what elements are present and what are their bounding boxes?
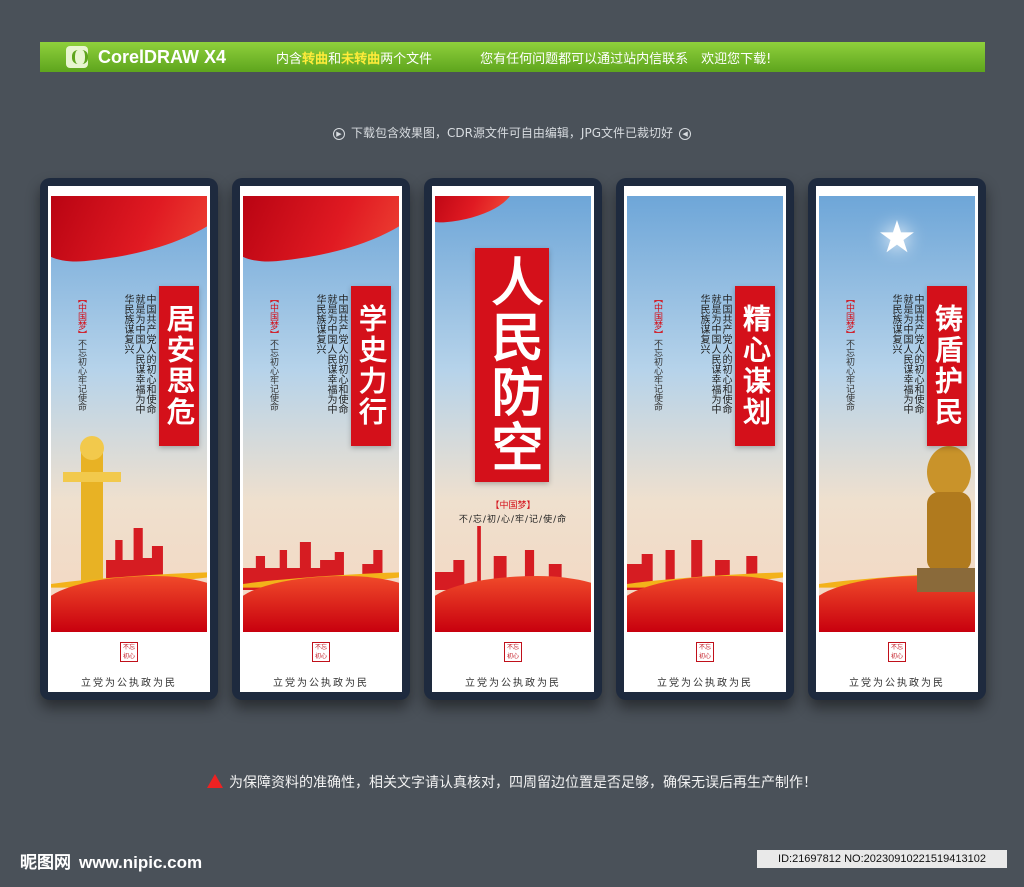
seal-stamp: 不忘初心 xyxy=(504,642,522,662)
site-url[interactable]: www.nipic.com xyxy=(79,853,202,872)
red-flag-graphic xyxy=(435,196,517,224)
seal-stamp: 不忘初心 xyxy=(888,642,906,662)
poster-bottom-slogan: 立党为公执政为民 xyxy=(273,678,369,689)
site-name: 昵图网 xyxy=(20,853,71,873)
poster-title: 精心谋划 xyxy=(735,286,775,446)
red-flag-graphic xyxy=(243,196,399,265)
star-emblem-icon: ★ xyxy=(877,212,917,263)
software-brand: CorelDRAW X4 xyxy=(98,46,227,67)
seal-stamp: 不忘初心 xyxy=(696,642,714,662)
red-ribbon-graphic xyxy=(435,576,591,632)
poster-panel-3: 人民防空 【中国梦】 不/忘/初/心/牢/记/使/命 不忘初心 立党为公执政为民 xyxy=(424,178,602,700)
red-ribbon-graphic xyxy=(243,576,399,632)
contact-notice: 您有任何问题都可以通过站内信联系 欢迎您下载! xyxy=(480,51,772,67)
poster-poem: 中国共产党人的初心和使命就是为中国人民谋幸福为中华民族谋复兴 xyxy=(698,294,731,414)
poster-slogan: 【中国梦】不忘初心牢记使命 xyxy=(268,294,278,411)
print-warning: 为保障资料的准确性，相关文字请认真核对，四周留边位置是否足够，确保无误后再生产制… xyxy=(0,772,1024,792)
red-flag-graphic xyxy=(51,196,207,265)
poster-panel-5: ★ 铸盾护民 中国共产党人的初心和使命就是为中国人民谋幸福为中华民族谋复兴 【中… xyxy=(808,178,986,700)
seal-stamp: 不忘初心 xyxy=(120,642,138,662)
highlight-curve: 转曲 xyxy=(302,51,329,67)
poster-bottom-slogan: 立党为公执政为民 xyxy=(465,678,561,689)
red-ribbon-graphic xyxy=(627,576,783,632)
poster-title: 居安思危 xyxy=(159,286,199,446)
poster-poem: 中国共产党人的初心和使命就是为中国人民谋幸福为中华民族谋复兴 xyxy=(890,294,923,414)
poster-bottom-slogan: 立党为公执政为民 xyxy=(657,678,753,689)
poster-art: 学史力行 中国共产党人的初心和使命就是为中国人民谋幸福为中华民族谋复兴 【中国梦… xyxy=(243,196,399,632)
download-note: ▶ 下载包含效果图，CDR源文件可自由编辑，JPG文件已裁切好 ◀ xyxy=(0,124,1024,141)
site-watermark: 昵图网 www.nipic.com xyxy=(20,848,202,873)
stone-lion-graphic xyxy=(917,446,975,592)
image-id-label: ID:21697812 NO:20230910221519413102 xyxy=(757,850,1007,868)
poster-slogan: 【中国梦】不忘初心牢记使命 xyxy=(76,294,86,411)
poster-poem: 中国共产党人的初心和使命就是为中国人民谋幸福为中华民族谋复兴 xyxy=(122,294,155,414)
poster-slogan: 【中国梦】不忘初心牢记使命 xyxy=(652,294,662,411)
file-intro: 内含转曲和未转曲两个文件 xyxy=(276,51,433,67)
highlight-nocurve: 未转曲 xyxy=(341,51,381,67)
poster-title: 人民防空 xyxy=(475,248,549,482)
poster-art: 居安思危 中国共产党人的初心和使命就是为中国人民谋幸福为中华民族谋复兴 【中国梦… xyxy=(51,196,207,632)
poster-dream-label: 【中国梦】 xyxy=(490,501,536,511)
poster-bottom-slogan: 立党为公执政为民 xyxy=(849,678,945,689)
poster-art: ★ 铸盾护民 中国共产党人的初心和使命就是为中国人民谋幸福为中华民族谋复兴 【中… xyxy=(819,196,975,632)
poster-art: 精心谋划 中国共产党人的初心和使命就是为中国人民谋幸福为中华民族谋复兴 【中国梦… xyxy=(627,196,783,632)
coreldraw-logo-icon xyxy=(66,46,88,68)
top-banner: CorelDRAW X4 内含转曲和未转曲两个文件 您有任何问题都可以通过站内信… xyxy=(40,42,985,72)
poster-bottom-slogan: 立党为公执政为民 xyxy=(81,678,177,689)
seal-stamp: 不忘初心 xyxy=(312,642,330,662)
warning-icon xyxy=(207,774,223,788)
poster-slogan: 【中国梦】不忘初心牢记使命 xyxy=(844,294,854,411)
poster-art: 人民防空 【中国梦】 不/忘/初/心/牢/记/使/命 xyxy=(435,196,591,632)
poster-slogan: 不/忘/初/心/牢/记/使/命 xyxy=(458,515,568,525)
poster-panel-1: 居安思危 中国共产党人的初心和使命就是为中国人民谋幸福为中华民族谋复兴 【中国梦… xyxy=(40,178,218,700)
poster-panel-2: 学史力行 中国共产党人的初心和使命就是为中国人民谋幸福为中华民族谋复兴 【中国梦… xyxy=(232,178,410,700)
play-right-icon: ▶ xyxy=(332,127,345,140)
red-ribbon-graphic xyxy=(51,576,207,632)
poster-panel-4: 精心谋划 中国共产党人的初心和使命就是为中国人民谋幸福为中华民族谋复兴 【中国梦… xyxy=(616,178,794,700)
poster-title: 铸盾护民 xyxy=(927,286,967,446)
poster-poem: 中国共产党人的初心和使命就是为中国人民谋幸福为中华民族谋复兴 xyxy=(314,294,347,414)
play-left-icon: ◀ xyxy=(679,127,692,140)
poster-title: 学史力行 xyxy=(351,286,391,446)
